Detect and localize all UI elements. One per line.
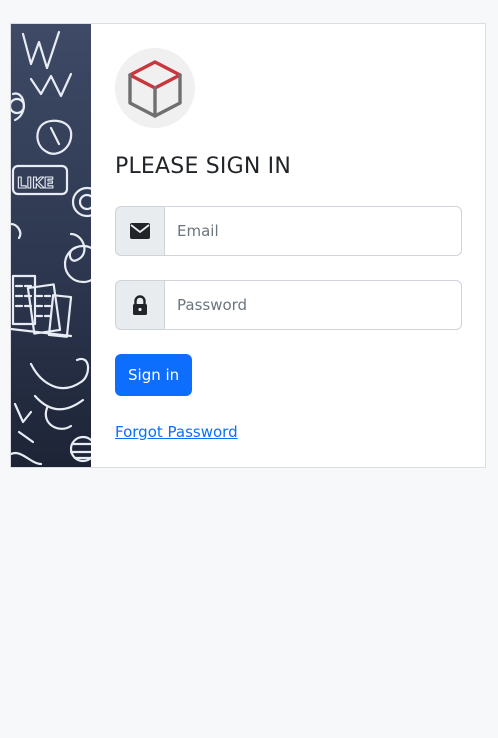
sign-in-form: PLEASE SIGN IN Sign in Forgot Passw bbox=[91, 24, 485, 467]
forgot-password-link[interactable]: Forgot Password bbox=[115, 423, 238, 441]
login-card: LIKE PLEASE SIGN IN Email Sign in Forgot… bbox=[10, 23, 486, 468]
email-field[interactable] bbox=[164, 206, 462, 256]
like-sticker-text: LIKE bbox=[17, 174, 54, 192]
cube-icon bbox=[115, 48, 195, 128]
password-field[interactable] bbox=[164, 280, 462, 330]
envelope-icon bbox=[115, 206, 164, 256]
sign-in-button[interactable]: Sign in bbox=[115, 354, 193, 396]
email-input-group bbox=[115, 206, 462, 256]
decorative-side-panel: LIKE bbox=[11, 24, 91, 467]
lock-icon bbox=[115, 280, 164, 330]
page-title: PLEASE SIGN IN bbox=[115, 154, 292, 179]
password-input-group bbox=[115, 280, 462, 330]
